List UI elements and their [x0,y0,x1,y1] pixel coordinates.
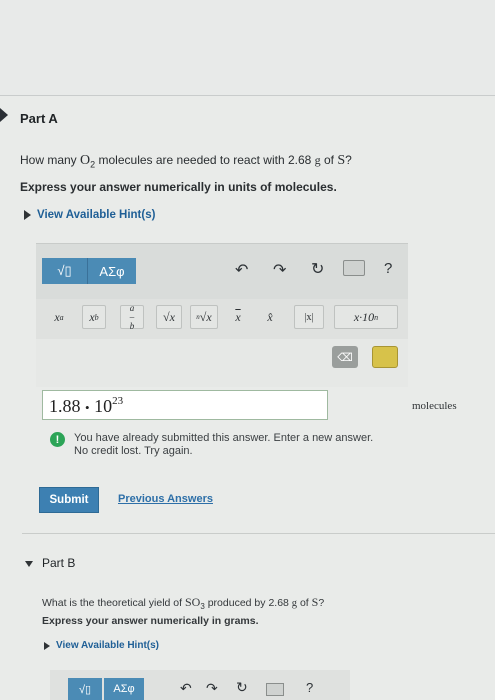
redo-icon[interactable]: ↷ [273,260,286,280]
part-a-instruction: Express your answer numerically in units… [20,180,337,194]
part-a-title: Part A [20,111,58,126]
template-fraction[interactable]: a – b [120,303,144,330]
part-a-hint-link[interactable]: View Available Hint(s) [24,209,155,221]
part-a-question: How many O2 molecules are needed to reac… [20,153,352,170]
keyboard-icon[interactable] [343,260,365,276]
alert-icon: ! [50,432,65,447]
part-b-reset-icon[interactable]: ↻ [236,679,248,696]
reset-icon[interactable]: ↻ [311,259,324,279]
template-sci-notation[interactable]: x·10 n [334,305,398,329]
expand-arrow-icon [24,210,31,220]
part-b-keyboard-icon[interactable] [266,683,284,696]
keypad-icon[interactable] [372,346,398,368]
template-nth-root[interactable]: n √x [190,305,218,329]
part-b-title: Part B [42,556,76,570]
previous-answers-link[interactable]: Previous Answers [118,493,213,505]
answer-input[interactable]: 1.88 • 1023 [42,390,328,420]
section-divider-2 [22,533,495,534]
submit-button[interactable]: Submit [39,487,99,513]
feedback-message: ! You have already submitted this answer… [50,430,410,462]
part-a-marker-icon [0,108,8,122]
help-button[interactable]: ? [384,260,392,277]
template-overline[interactable]: x [228,305,248,329]
part-b-redo-icon[interactable]: ↷ [206,680,218,697]
part-b-undo-icon[interactable]: ↶ [180,680,192,697]
delete-key-icon[interactable]: ⌫ [332,346,358,368]
template-superscript[interactable]: xa [48,305,70,329]
part-b-hint-link[interactable]: View Available Hint(s) [44,640,159,651]
part-b-templates-button[interactable]: √▯ [68,678,102,700]
toolbar-tabs: √▯ ΑΣφ [42,258,142,284]
template-hat[interactable]: x̂ [260,305,280,329]
part-b-help-button[interactable]: ? [306,680,313,695]
expand-arrow-icon [44,641,50,650]
part-b-instruction: Express your answer numerically in grams… [42,615,259,627]
templates-button[interactable]: √▯ [42,258,88,284]
undo-icon[interactable]: ↶ [235,260,248,280]
top-band [0,0,495,95]
part-b-collapse-icon[interactable] [25,561,33,567]
template-subscript[interactable]: xb [82,305,106,329]
part-b-symbols-button[interactable]: ΑΣφ [104,678,144,700]
part-b-question: What is the theoretical yield of SO3 pro… [42,595,325,612]
template-sqrt[interactable]: √x [156,305,182,329]
template-abs[interactable]: |x| [294,305,324,329]
symbols-button[interactable]: ΑΣφ [88,258,136,284]
section-divider [0,95,495,96]
unit-label: molecules [412,400,457,412]
